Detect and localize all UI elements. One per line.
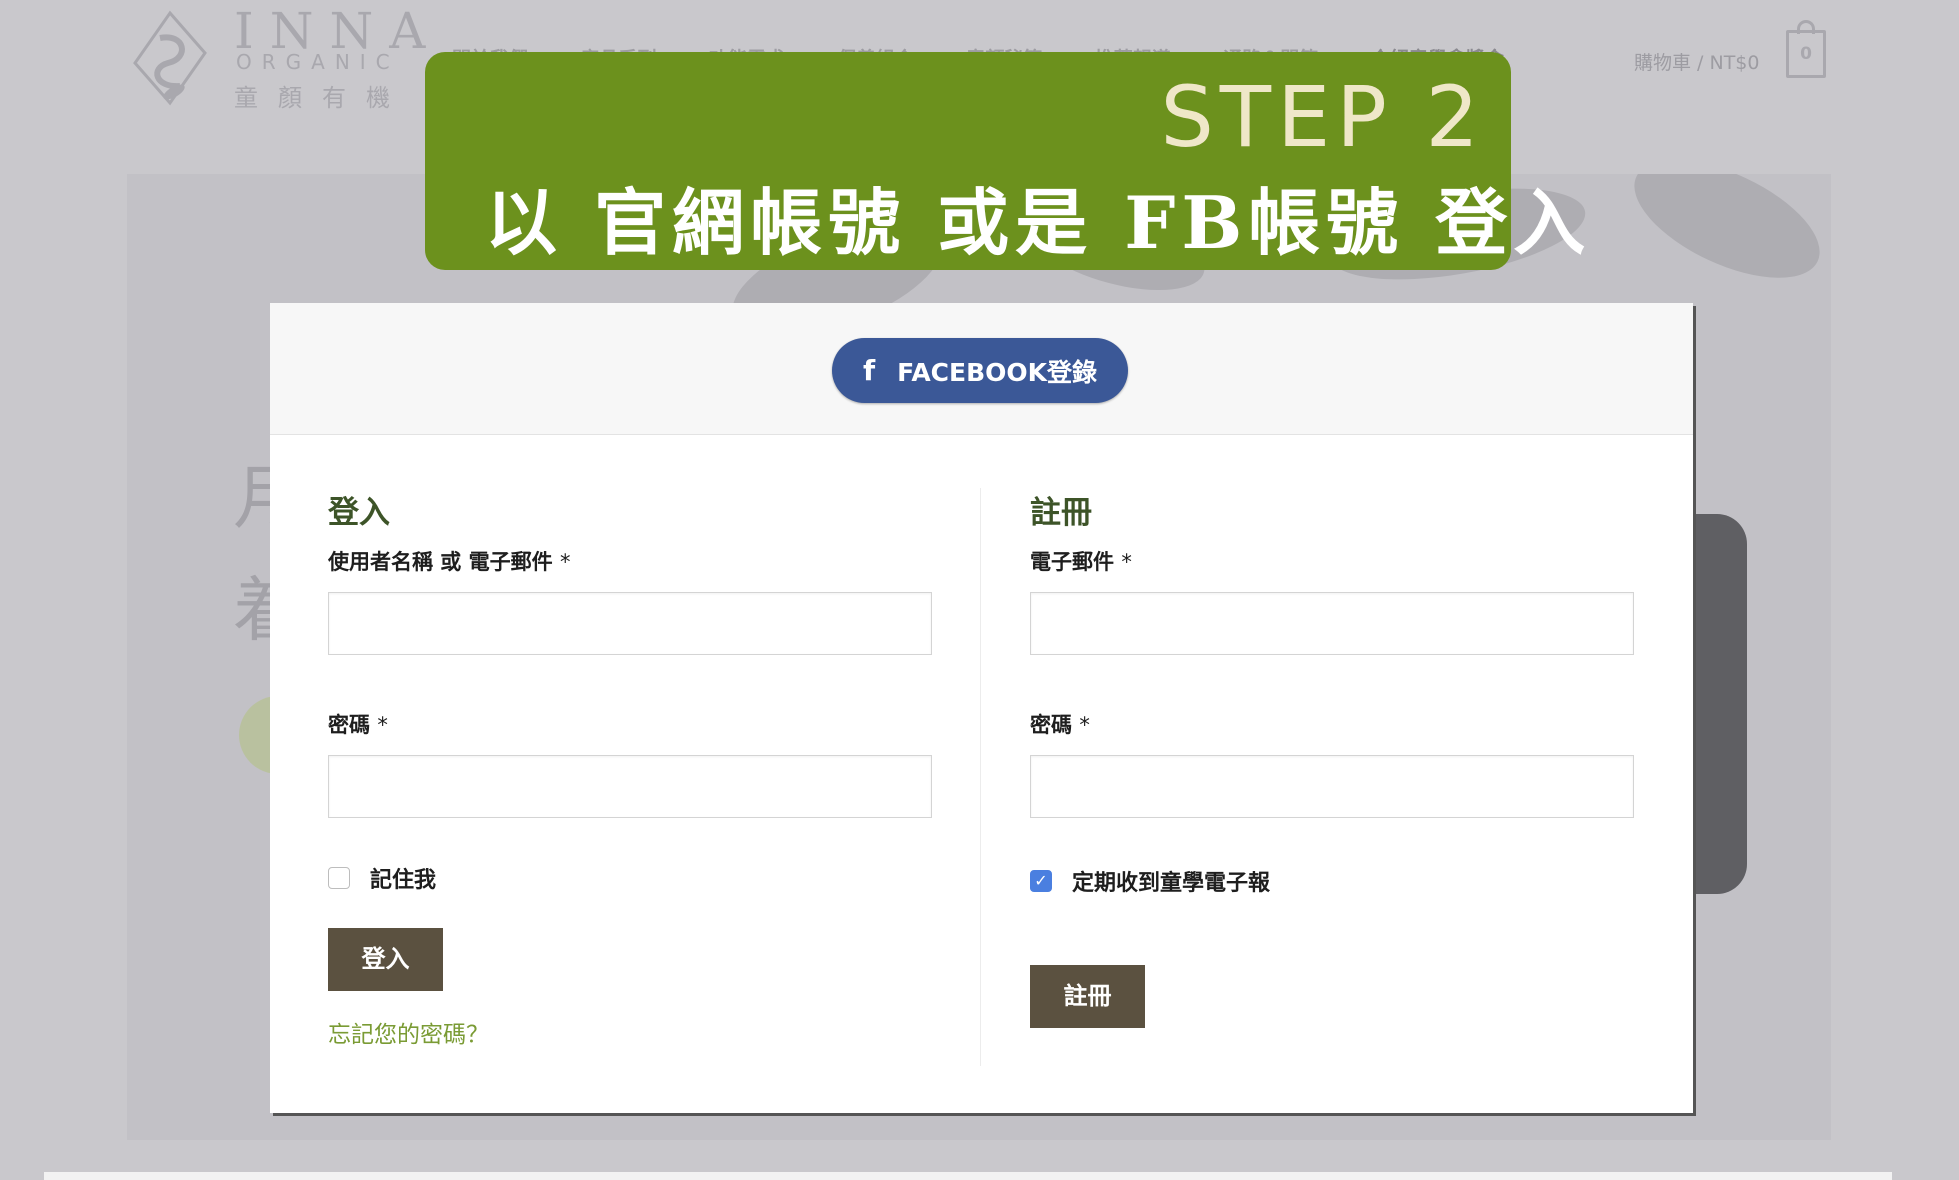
reg-password-label: 密碼 * [1030,707,1634,743]
step-number: STEP 2 [1160,68,1485,166]
facebook-login-button[interactable]: f FACEBOOK登錄 [832,338,1128,403]
email-label: 電子郵件 * [1030,544,1634,580]
register-form: 註冊 電子郵件 * 密碼 * ✓ 定期收到童學電子報 註冊 [1030,488,1634,1028]
email-label-text: 電子郵件 [1030,550,1114,574]
required-mark: * [1121,550,1132,574]
remember-me-row: 記住我 [328,862,932,894]
login-title: 登入 [328,495,390,531]
register-title: 註冊 [1030,495,1092,531]
username-label-text: 使用者名稱 或 電子郵件 [328,550,553,574]
newsletter-checkbox[interactable]: ✓ [1030,870,1052,892]
login-button[interactable]: 登入 [328,928,443,991]
required-mark: * [377,713,388,737]
password-label-text: 密碼 [328,713,370,737]
facebook-icon: f [862,354,876,387]
site-logo[interactable]: INNA ORGANIC 童顏有機 [130,2,425,112]
logo-name-cn: 童顏有機 [234,84,410,112]
login-form: 登入 使用者名稱 或 電子郵件 * 密碼 * 記住我 登入 忘記您的密碼？ [328,488,932,1049]
required-mark: * [1079,713,1090,737]
step-banner: STEP 2 以 官網帳號 或是 FB帳號 登入 [425,52,1585,270]
logo-sub-en: ORGANIC [236,50,400,74]
newsletter-row: ✓ 定期收到童學電子報 [1030,865,1634,897]
step-instruction: 以 官網帳號 或是 FB帳號 登入 [485,180,1592,265]
cart-bag-icon[interactable]: 0 [1786,30,1826,78]
leaf-decoration [1617,174,1831,303]
reg-password-input[interactable] [1030,755,1634,818]
column-divider [980,488,981,1066]
register-button[interactable]: 註冊 [1030,965,1145,1028]
social-login-bar: f FACEBOOK登錄 [270,303,1693,435]
page-footer-edge [44,1172,1892,1180]
newsletter-label: 定期收到童學電子報 [1072,871,1271,896]
remember-me-label: 記住我 [370,868,437,893]
lost-password-link[interactable]: 忘記您的密碼？ [328,1015,932,1049]
password-label: 密碼 * [328,707,932,743]
password-input[interactable] [328,755,932,818]
username-input[interactable] [328,592,932,655]
remember-me-checkbox[interactable] [328,867,350,889]
logo-leaf-icon [133,10,207,106]
required-mark: * [559,550,571,574]
facebook-login-label: FACEBOOK登錄 [897,357,1098,387]
account-modal: f FACEBOOK登錄 登入 使用者名稱 或 電子郵件 * 密碼 * 記住我 … [270,303,1693,1113]
reg-password-label-text: 密碼 [1030,713,1072,737]
cart-link[interactable]: 購物車 / NT$0 [1634,48,1759,75]
username-label: 使用者名稱 或 電子郵件 * [328,544,932,580]
email-input[interactable] [1030,592,1634,655]
